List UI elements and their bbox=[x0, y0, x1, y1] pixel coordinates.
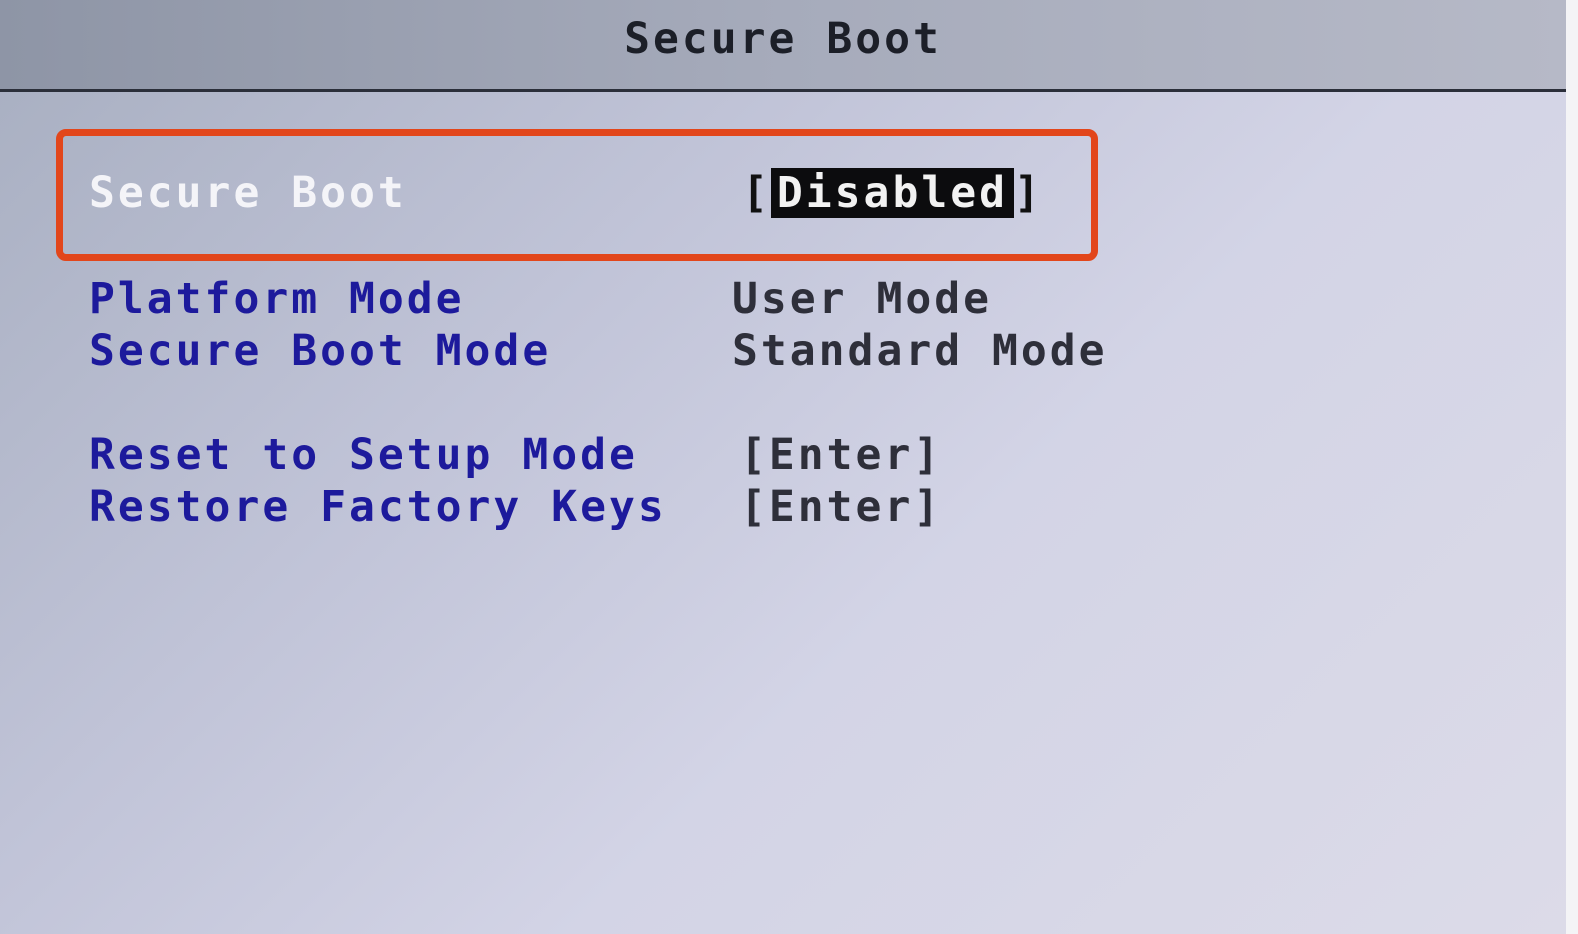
secure-boot-mode-value[interactable]: Standard Mode bbox=[732, 326, 1108, 376]
restore-factory-keys-enter[interactable]: [Enter] bbox=[740, 482, 942, 532]
restore-factory-keys-label[interactable]: Restore Factory Keys bbox=[89, 482, 667, 532]
secure-boot-selected-option[interactable]: Disabled bbox=[770, 168, 1014, 218]
secure-boot-mode-label[interactable]: Secure Boot Mode bbox=[89, 326, 551, 376]
platform-mode-value: User Mode bbox=[732, 274, 992, 324]
bios-header: Secure Boot bbox=[0, 0, 1566, 92]
secure-boot-label[interactable]: Secure Boot bbox=[89, 168, 407, 218]
secure-boot-value[interactable]: [Disabled] bbox=[742, 168, 1043, 218]
screen-edge bbox=[1566, 0, 1578, 934]
bracket-open: [ bbox=[742, 168, 771, 218]
platform-mode-label: Platform Mode bbox=[89, 274, 465, 324]
page-title: Secure Boot bbox=[624, 14, 942, 64]
reset-setup-mode-enter[interactable]: [Enter] bbox=[740, 430, 942, 480]
bracket-close: ] bbox=[1014, 168, 1043, 218]
reset-setup-mode-label[interactable]: Reset to Setup Mode bbox=[89, 430, 638, 480]
